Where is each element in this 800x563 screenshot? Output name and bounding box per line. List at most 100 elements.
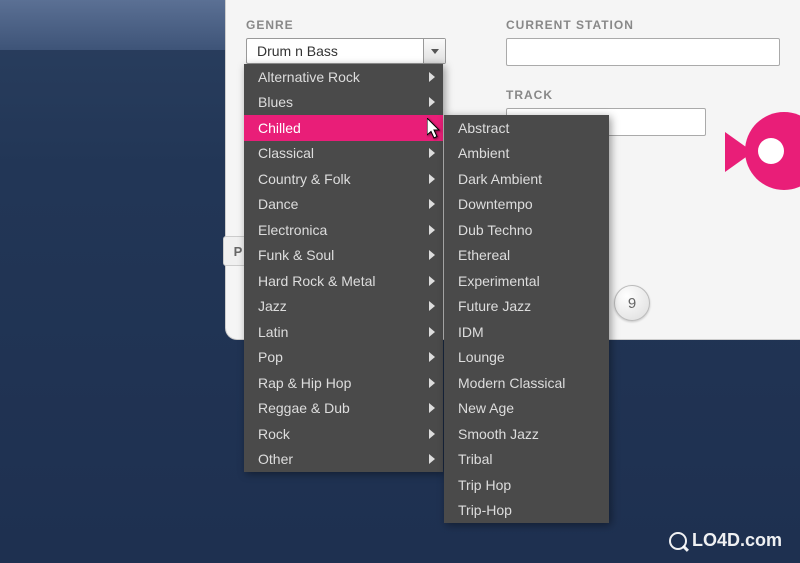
menu-item-label: Blues [258, 94, 429, 110]
magnify-icon [669, 532, 687, 550]
submenu-item[interactable]: Future Jazz [444, 294, 609, 320]
menu-item[interactable]: Blues [244, 90, 443, 116]
submenu-item-label: Trip Hop [458, 477, 601, 493]
genre-dropdown-button[interactable] [423, 39, 445, 63]
submenu-arrow-icon [429, 454, 435, 464]
submenu-item-label: Trip-Hop [458, 502, 601, 518]
menu-item[interactable]: Rap & Hip Hop [244, 370, 443, 396]
menu-item-label: Latin [258, 324, 429, 340]
menu-item-label: Pop [258, 349, 429, 365]
genre-dropdown-menu[interactable]: Alternative Rock Blues Chilled Classical Cou… [244, 64, 443, 472]
menu-item[interactable]: Dance [244, 192, 443, 218]
menu-item-label: Other [258, 451, 429, 467]
menu-item-label: Reggae & Dub [258, 400, 429, 416]
genre-dropdown-value: Drum n Bass [247, 43, 423, 59]
current-station-label: CURRENT STATION [506, 18, 780, 32]
submenu-item-label: Dark Ambient [458, 171, 601, 187]
submenu-item[interactable]: Lounge [444, 345, 609, 371]
menu-item[interactable]: Other [244, 447, 443, 473]
menu-item-label: Funk & Soul [258, 247, 429, 263]
menu-item[interactable]: Jazz [244, 294, 443, 320]
submenu-item[interactable]: Ambient [444, 141, 609, 167]
submenu-item[interactable]: IDM [444, 319, 609, 345]
mouse-cursor-icon [427, 118, 445, 147]
preset-label: 9 [628, 295, 636, 312]
submenu-item[interactable]: Experimental [444, 268, 609, 294]
submenu-item[interactable]: Modern Classical [444, 370, 609, 396]
submenu-arrow-icon [429, 327, 435, 337]
submenu-item-label: Abstract [458, 120, 601, 136]
submenu-arrow-icon [429, 378, 435, 388]
submenu-arrow-icon [429, 174, 435, 184]
menu-item[interactable]: Reggae & Dub [244, 396, 443, 422]
submenu-arrow-icon [429, 276, 435, 286]
submenu-item-label: Smooth Jazz [458, 426, 601, 442]
menu-item[interactable]: Country & Folk [244, 166, 443, 192]
submenu-item[interactable]: Ethereal [444, 243, 609, 269]
menu-item-label: Hard Rock & Metal [258, 273, 429, 289]
logo-fish [730, 112, 800, 192]
submenu-arrow-icon [429, 403, 435, 413]
watermark-text: LO4D.com [692, 530, 782, 551]
submenu-item-label: New Age [458, 400, 601, 416]
submenu-item[interactable]: Tribal [444, 447, 609, 473]
submenu-arrow-icon [429, 97, 435, 107]
submenu-item[interactable]: Dub Techno [444, 217, 609, 243]
submenu-item[interactable]: Abstract [444, 115, 609, 141]
genre-label: GENRE [246, 18, 446, 32]
submenu-item-label: Dub Techno [458, 222, 601, 238]
submenu-arrow-icon [429, 429, 435, 439]
submenu-item-label: Downtempo [458, 196, 601, 212]
fish-eye-icon [758, 138, 784, 164]
menu-item-label: Dance [258, 196, 429, 212]
preset-button-9[interactable]: 9 [614, 285, 650, 321]
submenu-item[interactable]: New Age [444, 396, 609, 422]
genre-dropdown[interactable]: Drum n Bass [246, 38, 446, 64]
current-station-section: CURRENT STATION [506, 18, 780, 66]
menu-item[interactable]: Rock [244, 421, 443, 447]
submenu-item[interactable]: Smooth Jazz [444, 421, 609, 447]
watermark: LO4D.com [669, 530, 782, 551]
submenu-arrow-icon [429, 352, 435, 362]
menu-item[interactable]: Chilled [244, 115, 443, 141]
menu-item[interactable]: Latin [244, 319, 443, 345]
submenu-item-label: Ambient [458, 145, 601, 161]
submenu-arrow-icon [429, 148, 435, 158]
current-station-field[interactable] [506, 38, 780, 66]
menu-item[interactable]: Alternative Rock [244, 64, 443, 90]
menu-item[interactable]: Pop [244, 345, 443, 371]
menu-item-label: Rock [258, 426, 429, 442]
submenu-arrow-icon [429, 72, 435, 82]
menu-item-label: Chilled [258, 120, 429, 136]
submenu-item[interactable]: Downtempo [444, 192, 609, 218]
submenu-arrow-icon [429, 199, 435, 209]
menu-item[interactable]: Classical [244, 141, 443, 167]
genre-submenu[interactable]: Abstract Ambient Dark Ambient Downtempo Dub … [444, 115, 609, 523]
submenu-item[interactable]: Trip Hop [444, 472, 609, 498]
track-label: TRACK [506, 88, 780, 102]
menu-item-label: Rap & Hip Hop [258, 375, 429, 391]
menu-item[interactable]: Hard Rock & Metal [244, 268, 443, 294]
submenu-arrow-icon [429, 225, 435, 235]
menu-item-label: Country & Folk [258, 171, 429, 187]
menu-item-label: Jazz [258, 298, 429, 314]
submenu-arrow-icon [429, 301, 435, 311]
submenu-item-label: Modern Classical [458, 375, 601, 391]
menu-item-label: Alternative Rock [258, 69, 429, 85]
submenu-item-label: Tribal [458, 451, 601, 467]
submenu-arrow-icon [429, 250, 435, 260]
submenu-item[interactable]: Dark Ambient [444, 166, 609, 192]
menu-item-label: Classical [258, 145, 429, 161]
submenu-item-label: Ethereal [458, 247, 601, 263]
genre-section: GENRE Drum n Bass [246, 18, 446, 64]
submenu-item-label: Lounge [458, 349, 601, 365]
submenu-item-label: Experimental [458, 273, 601, 289]
submenu-item-label: IDM [458, 324, 601, 340]
caret-down-icon [431, 49, 439, 54]
submenu-item-label: Future Jazz [458, 298, 601, 314]
panel-tab-label: P [234, 244, 243, 259]
menu-item-label: Electronica [258, 222, 429, 238]
submenu-item[interactable]: Trip-Hop [444, 498, 609, 524]
menu-item[interactable]: Electronica [244, 217, 443, 243]
menu-item[interactable]: Funk & Soul [244, 243, 443, 269]
